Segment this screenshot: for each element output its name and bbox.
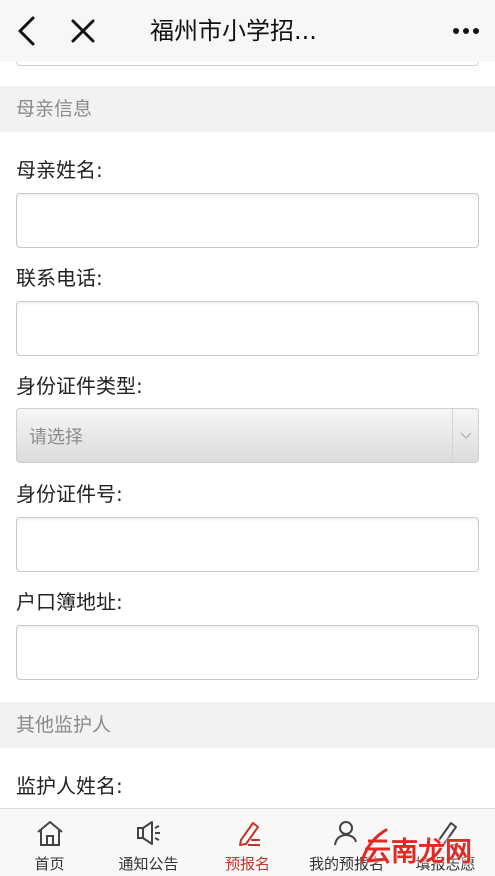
megaphone-icon [133,817,165,849]
swoosh-icon [360,828,388,864]
tab-label: 通知公告 [118,855,179,873]
chevron-left-icon [18,16,35,46]
mother-name-input[interactable] [16,193,479,248]
tab-label: 首页 [34,855,65,873]
close-button[interactable] [64,12,102,50]
page-title: 福州市小学招... [150,17,317,45]
mother-id-type-select[interactable]: 请选择 [16,408,479,463]
top-navigation-bar: 福州市小学招... [0,0,495,62]
watermark-logo: 云南龙网 [358,826,492,872]
mother-id-type-label: 身份证件类型: [16,374,143,398]
tab-pre-registration[interactable]: 预报名 [198,809,297,876]
form-content[interactable]: 母亲信息 母亲姓名: 联系电话: 身份证件类型: 请选择 身份证件号: 户口簿地… [0,62,495,808]
more-dots-icon [453,28,479,34]
tab-label: 预报名 [224,855,270,873]
select-arrow [452,409,478,462]
mother-id-number-input[interactable] [16,517,479,572]
mother-id-number-label: 身份证件号: [16,482,123,506]
tab-home[interactable]: 首页 [0,809,99,876]
previous-input-field[interactable] [16,62,479,66]
back-button[interactable] [8,12,44,50]
tab-notices[interactable]: 通知公告 [99,809,198,876]
mother-phone-input[interactable] [16,301,479,356]
guardian-name-label: 监护人姓名: [16,774,123,798]
pen-edit-icon [232,817,264,849]
section-header-guardian: 其他监护人 [0,702,495,748]
mother-phone-label: 联系电话: [16,266,103,290]
mother-name-label: 母亲姓名: [16,158,103,182]
close-icon [71,19,95,43]
section-header-mother: 母亲信息 [0,86,495,132]
select-placeholder: 请选择 [29,426,83,448]
home-icon [34,817,66,849]
more-button[interactable] [449,14,483,48]
chevron-down-icon [459,431,472,439]
mother-address-label: 户口簿地址: [16,590,123,614]
mother-address-input[interactable] [16,625,479,680]
